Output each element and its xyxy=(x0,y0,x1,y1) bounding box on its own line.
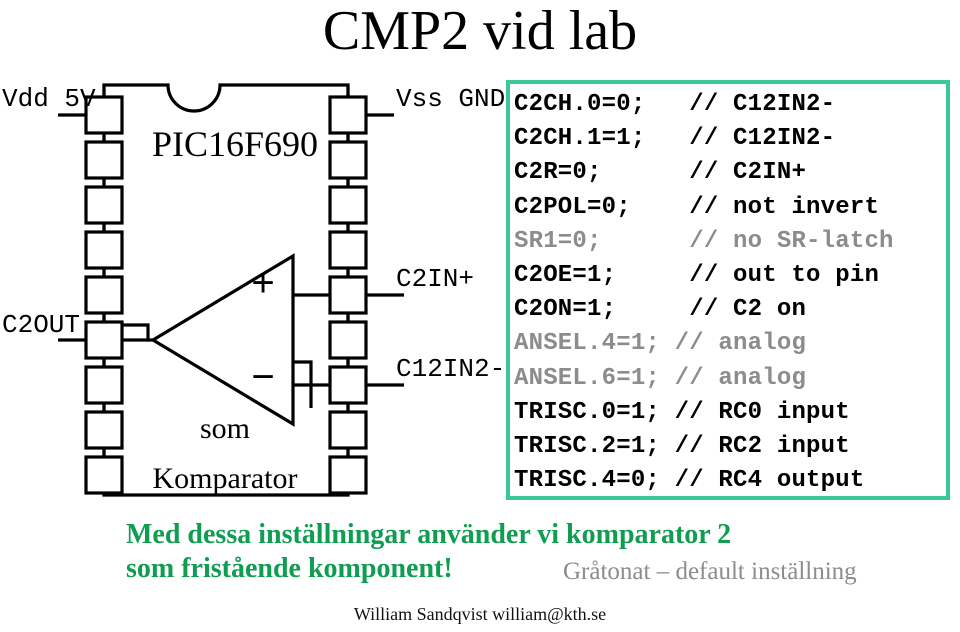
pin-box xyxy=(328,275,368,315)
code-line: C2R=0; // C2IN+ xyxy=(514,159,807,187)
label-chip-name: PIC16F690 xyxy=(152,124,318,164)
left-pin-column xyxy=(84,95,124,495)
slide-footer: William Sandqvist william@kth.se xyxy=(353,604,607,624)
right-pin-column xyxy=(328,95,368,495)
label-som: som xyxy=(200,412,250,445)
page-title: CMP2 vid lab xyxy=(322,0,638,62)
pin-box xyxy=(84,140,124,180)
code-line: C2CH.1=1; // C12IN2- xyxy=(514,125,836,153)
pin-box xyxy=(328,410,368,450)
code-line: TRISC.4=0; // RC4 output xyxy=(514,467,865,495)
code-line: TRISC.2=1; // RC2 input xyxy=(514,432,850,460)
label-vss: Vss GND xyxy=(396,84,505,114)
summary-line-1: Med dessa inställningar använder vi komp… xyxy=(126,519,732,550)
label-c2in-plus: C2IN+ xyxy=(396,264,474,294)
pin-box xyxy=(84,230,124,270)
pin-box xyxy=(84,365,124,405)
code-line: ANSEL.4=1; // analog xyxy=(514,330,807,358)
pic16f690-schematic: Vdd 5V C2OUT Vss GND C2IN+ C12IN2- PIC16… xyxy=(0,70,510,510)
label-c2out: C2OUT xyxy=(2,310,80,340)
gray-note: Gråtonat – default inställning xyxy=(563,558,857,585)
pin-box xyxy=(84,320,124,360)
code-line: ANSEL.6=1; // analog xyxy=(514,364,807,392)
code-line: TRISC.0=1; // RC0 input xyxy=(514,398,850,426)
pin-box xyxy=(84,275,124,315)
label-c12in2-minus: C12IN2- xyxy=(396,354,505,384)
code-line: SR1=0; // no SR-latch xyxy=(514,227,894,255)
code-line-list: C2CH.0=0; // C12IN2- C2CH.1=1; // C12IN2-… xyxy=(514,88,894,496)
code-line: C2ON=1; // C2 on xyxy=(514,296,807,324)
pin-box xyxy=(328,365,368,405)
pin-box xyxy=(84,455,124,495)
pin-box xyxy=(328,230,368,270)
code-line: C2OE=1; // out to pin xyxy=(514,261,880,289)
pin-box xyxy=(328,95,368,135)
pin-box xyxy=(328,320,368,360)
comparator-wiring xyxy=(122,293,330,408)
pin-box xyxy=(84,410,124,450)
pin-box xyxy=(328,140,368,180)
plus-sign: + xyxy=(251,261,274,305)
label-vdd: Vdd 5V xyxy=(2,84,96,114)
slide-canvas: CMP2 vid lab Vdd 5V C2OUT Vss GND C2IN+ … xyxy=(0,0,960,632)
code-line: C2POL=0; // not invert xyxy=(514,193,880,221)
code-panel: C2CH.0=0; // C12IN2- C2CH.1=1; // C12IN2-… xyxy=(506,80,950,500)
pin-box xyxy=(328,185,368,225)
code-line: C2CH.0=0; // C12IN2- xyxy=(514,91,836,118)
pin-box xyxy=(84,185,124,225)
label-komparator: Komparator xyxy=(153,462,298,495)
minus-sign: − xyxy=(251,355,274,399)
pin-box xyxy=(328,455,368,495)
